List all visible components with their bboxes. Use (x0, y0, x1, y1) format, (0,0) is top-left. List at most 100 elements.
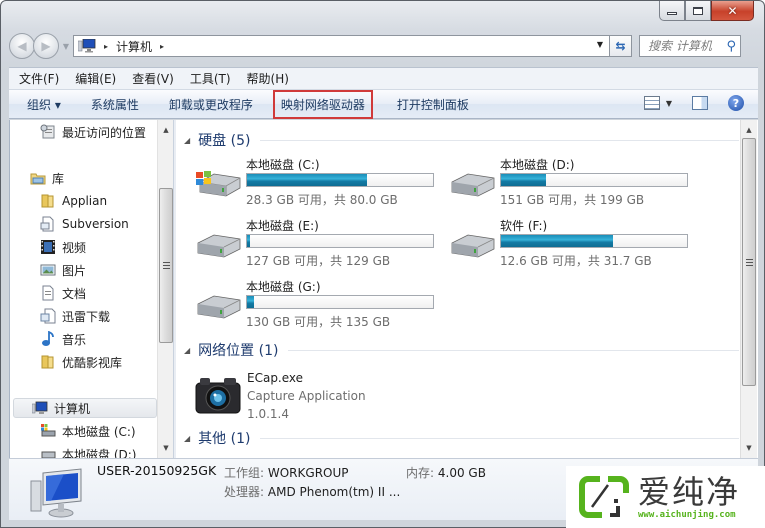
menu-bar: 文件(F) 编辑(E) 查看(V) 工具(T) 帮助(H) (9, 67, 758, 89)
nav-item-libraries[interactable]: 库 (30, 168, 64, 188)
menu-file[interactable]: 文件(F) (19, 70, 59, 87)
drive-item-f[interactable]: 软件 (F:) 12.6 GB 可用，共 31.7 GB (448, 217, 698, 273)
collapse-triangle-icon[interactable]: ◢ (184, 434, 190, 443)
network-item-ecap[interactable]: ECap.exe Capture Application 1.0.1.4 (194, 369, 434, 421)
collapse-triangle-icon[interactable]: ◢ (184, 136, 190, 145)
breadcrumb-separator[interactable]: ▸ (104, 42, 108, 51)
menu-help[interactable]: 帮助(H) (247, 70, 289, 87)
drive-usage-bar (246, 295, 434, 309)
change-view-icon[interactable] (643, 96, 660, 110)
recent-pages-dropdown[interactable]: ▼ (61, 42, 71, 51)
drive-item-c[interactable]: 本地磁盘 (C:) 28.3 GB 可用，共 80.0 GB (194, 156, 444, 212)
nav-item-pictures[interactable]: 图片 (40, 260, 86, 280)
help-icon[interactable]: ? (728, 95, 744, 111)
document-icon (40, 308, 56, 324)
memory-label: 内存: (406, 466, 435, 480)
drive-usage-fill (247, 235, 250, 247)
search-input[interactable] (648, 39, 722, 53)
workgroup-value: WORKGROUP (267, 466, 349, 480)
group-header-hard-drives[interactable]: ◢ 硬盘 (5) (184, 130, 739, 150)
grip-icon (745, 258, 753, 266)
collapse-triangle-icon[interactable]: ◢ (184, 346, 190, 355)
drive-item-d[interactable]: 本地磁盘 (D:) 151 GB 可用，共 199 GB (448, 156, 698, 212)
open-control-panel-button[interactable]: 打开控制面板 (397, 96, 469, 113)
nav-item-videos[interactable]: 视频 (40, 237, 86, 257)
computer-icon (30, 468, 82, 518)
nav-item-computer[interactable]: 计算机 (13, 398, 157, 418)
watermark-url: www.aichunjing.com (638, 510, 736, 520)
search-icon[interactable]: ⚲ (726, 39, 736, 54)
nav-item-subversion[interactable]: Subversion (40, 214, 129, 234)
nav-item-music[interactable]: 音乐 (40, 329, 86, 349)
scroll-down-arrow-icon[interactable]: ▼ (158, 440, 173, 456)
drive-icon (197, 295, 241, 319)
nav-pane-scrollbar[interactable]: ▲ ▼ (157, 120, 173, 458)
camera-icon (195, 378, 241, 414)
nav-item-documents[interactable]: 文档 (40, 283, 86, 303)
system-drive-icon (196, 171, 241, 197)
nav-item-recent-places[interactable]: 最近访问的位置 (40, 122, 146, 142)
drive-usage-fill (247, 296, 254, 308)
explorer-window: ✕ ◀ ▶ ▼ ▸ 计算机 ▸ ▼ ⇆ ⚲ 文件(F) 编辑(E) 查看(V) … (0, 0, 765, 528)
minimize-button[interactable] (659, 1, 685, 21)
drive-usage-bar (500, 173, 688, 187)
refresh-button[interactable]: ⇆ (610, 35, 632, 57)
group-header-other[interactable]: ◢ 其他 (1) (184, 428, 739, 448)
scroll-thumb[interactable] (742, 138, 756, 386)
nav-item-applian[interactable]: Applian (40, 191, 107, 211)
drive-item-e[interactable]: 本地磁盘 (E:) 127 GB 可用，共 129 GB (194, 217, 444, 273)
breadcrumb-separator[interactable]: ▸ (160, 42, 164, 51)
address-bar[interactable]: ▸ 计算机 ▸ ▼ (73, 35, 610, 57)
folder-icon (41, 194, 54, 208)
app-version: 1.0.1.4 (247, 407, 289, 421)
scroll-thumb[interactable] (159, 188, 173, 343)
organize-button[interactable]: 组织 ▾ (27, 96, 61, 113)
group-title: 硬盘 (5) (198, 133, 251, 149)
map-network-drive-button[interactable]: 映射网络驱动器 (272, 89, 373, 119)
search-box[interactable]: ⚲ (639, 35, 741, 57)
scroll-down-arrow-icon[interactable]: ▼ (741, 440, 757, 456)
documents-icon (42, 285, 54, 301)
close-button[interactable]: ✕ (711, 1, 754, 21)
drive-item-g[interactable]: 本地磁盘 (G:) 130 GB 可用，共 135 GB (194, 278, 444, 334)
nav-item-label: Subversion (62, 217, 129, 231)
drive-icon (451, 173, 495, 197)
drive-usage-bar (246, 173, 434, 187)
nav-item-drive-c[interactable]: 本地磁盘 (C:) (40, 421, 136, 441)
menu-tools[interactable]: 工具(T) (190, 70, 231, 87)
content-scrollbar[interactable]: ▲ ▼ (740, 120, 757, 458)
nav-item-drive-d[interactable]: 本地磁盘 (D:) (40, 444, 136, 458)
menu-edit[interactable]: 编辑(E) (75, 70, 116, 87)
forward-button[interactable]: ▶ (33, 33, 59, 59)
menu-view[interactable]: 查看(V) (132, 70, 174, 87)
nav-item-youku[interactable]: 优酷影视库 (40, 352, 122, 372)
group-header-network-locations[interactable]: ◢ 网络位置 (1) (184, 340, 739, 360)
command-bar: 组织 ▾ 系统属性 卸载或更改程序 映射网络驱动器 打开控制面板 ▼ ? (9, 89, 758, 119)
scroll-up-arrow-icon[interactable]: ▲ (158, 122, 173, 138)
system-properties-button[interactable]: 系统属性 (91, 96, 139, 113)
nav-item-label: 本地磁盘 (C:) (62, 424, 136, 439)
nav-item-label: 图片 (62, 263, 87, 278)
back-arrow-icon: ◀ (17, 39, 27, 53)
group-title: 其他 (1) (198, 431, 251, 447)
maximize-button[interactable] (685, 1, 711, 21)
workgroup-field: 工作组: WORKGROUP (224, 464, 349, 481)
folder-icon (41, 355, 54, 369)
watermark-text: 爱纯净 www.aichunjing.com (638, 474, 740, 520)
nav-item-label: 计算机 (54, 401, 91, 416)
scroll-up-arrow-icon[interactable]: ▲ (741, 122, 757, 138)
drive-usage-fill (501, 235, 614, 247)
uninstall-program-button[interactable]: 卸载或更改程序 (169, 96, 253, 113)
back-button[interactable]: ◀ (9, 33, 35, 59)
nav-item-label: 迅雷下载 (62, 309, 111, 324)
nav-item-label: 音乐 (62, 332, 87, 347)
address-history-dropdown[interactable]: ▼ (597, 40, 603, 49)
view-options-dropdown[interactable]: ▼ (666, 99, 672, 108)
nav-item-label: 文档 (62, 286, 87, 301)
memory-value: 4.00 GB (437, 466, 486, 480)
nav-item-thunder-downloads[interactable]: 迅雷下载 (40, 306, 110, 326)
breadcrumb-computer[interactable]: 计算机 (116, 38, 152, 55)
app-name: ECap.exe (247, 371, 304, 385)
nav-item-label: 本地磁盘 (D:) (62, 447, 137, 459)
preview-pane-icon[interactable] (692, 96, 708, 110)
